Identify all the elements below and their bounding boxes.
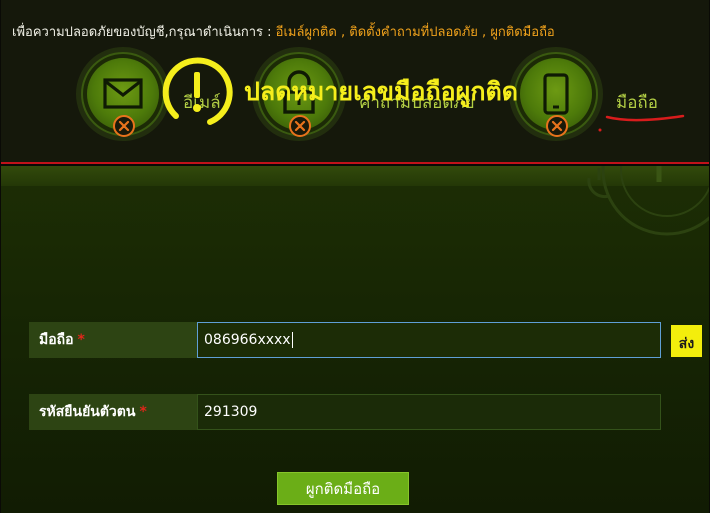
page-title: ปลดหมายเลขมือถือผูกติด <box>244 77 518 106</box>
security-notice: เพื่อความปลอดภัยของบัญชี,กรุณาดำเนินการ … <box>12 21 555 42</box>
verification-code-label: รหัสยืนยันตัวตน * <box>29 394 197 430</box>
phone-row: มือถือ * 086966xxxx <box>29 322 661 358</box>
phone-input[interactable]: 086966xxxx <box>197 322 661 358</box>
verification-code-row: รหัสยืนยันตัวตน * 291309 <box>29 394 661 430</box>
decorative-circle-icon <box>587 166 709 236</box>
red-underline-annotation-icon <box>598 114 685 132</box>
send-code-button[interactable]: ส่ง <box>671 325 702 357</box>
required-mark: * <box>139 404 147 420</box>
link-bind-phone[interactable]: ผูกติดมือถือ <box>490 25 554 40</box>
text-caret <box>291 332 293 348</box>
x-icon <box>546 115 568 137</box>
link-security-question[interactable]: ติดตั้งคำถามที่ปลอดภัย <box>349 25 478 40</box>
notice-separator: , <box>482 25 487 40</box>
link-bind-email[interactable]: อีเมล์ผูกติด <box>276 25 337 40</box>
required-mark: * <box>77 332 85 348</box>
notice-prefix: เพื่อความปลอดภัยของบัญชี,กรุณาดำเนินการ … <box>12 25 272 40</box>
exclamation-circle-icon <box>162 57 233 125</box>
bind-phone-button[interactable]: ผูกติดมือถือ <box>277 472 409 505</box>
notice-separator: , <box>340 25 346 40</box>
x-icon <box>289 115 311 137</box>
phone-label: มือถือ * <box>29 322 197 358</box>
x-icon <box>113 115 135 137</box>
verification-code-input[interactable]: 291309 <box>197 394 661 430</box>
